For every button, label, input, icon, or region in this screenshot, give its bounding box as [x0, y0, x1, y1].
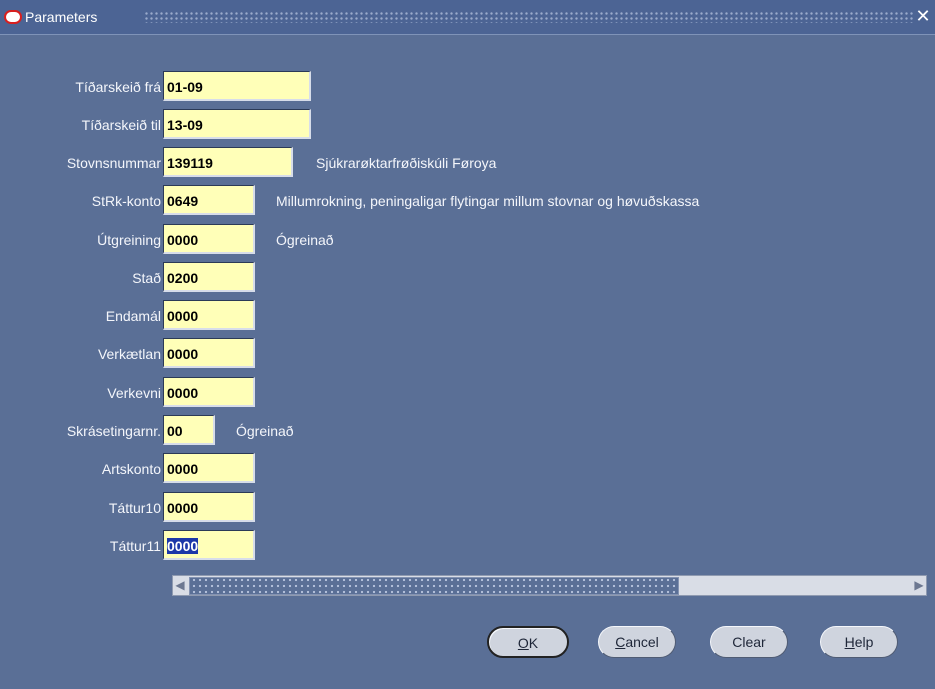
selected-text: 0000: [167, 538, 199, 554]
param-row: StRk-konto: [0, 185, 161, 217]
clear-label: Clear: [732, 634, 766, 650]
param-row: Táttur10: [0, 492, 161, 524]
title-bar[interactable]: Parameters ✕: [0, 0, 935, 35]
field-segment-11[interactable]: 0000: [163, 530, 255, 560]
field-label: Tíðarskeið frá: [75, 79, 161, 95]
oracle-icon: [4, 10, 22, 24]
field-segment-10[interactable]: 0000: [163, 492, 255, 522]
field-type-account[interactable]: 0000: [163, 453, 255, 483]
ok-button[interactable]: OK: [487, 626, 569, 658]
param-row: Stovnsnummar: [0, 147, 161, 179]
ok-label-rest: K: [528, 635, 539, 651]
field-label: Artskonto: [101, 461, 161, 477]
field-description: Millumrokning, peningaligar flytingar mi…: [276, 193, 700, 209]
param-row: Skrásetingarnr.: [0, 415, 161, 447]
field-label: Táttur10: [108, 500, 161, 516]
horizontal-scrollbar[interactable]: ◀ ▶: [172, 575, 927, 596]
field-label: Stað: [132, 270, 161, 286]
scroll-right-icon[interactable]: ▶: [912, 576, 926, 595]
cancel-button[interactable]: Cancel: [598, 626, 676, 658]
cancel-label-rest: ancel: [625, 634, 659, 650]
param-row: Verkætlan: [0, 338, 161, 370]
ok-mnemonic: O: [517, 635, 529, 651]
field-label: Stovnsnummar: [66, 155, 161, 171]
help-label-rest: elp: [854, 634, 874, 650]
param-row: Útgreining: [0, 224, 161, 256]
scroll-thumb[interactable]: [189, 577, 679, 595]
close-icon[interactable]: ✕: [915, 6, 931, 26]
help-mnemonic: H: [844, 634, 855, 650]
window-title: Parameters: [25, 9, 98, 25]
help-button[interactable]: Help: [820, 626, 898, 658]
field-label: Tíðarskeið til: [81, 117, 161, 133]
field-label: Skrásetingarnr.: [66, 423, 161, 439]
field-description: Ógreinað: [236, 423, 294, 439]
title-drag-area[interactable]: [144, 11, 913, 23]
cancel-mnemonic: C: [615, 634, 626, 650]
field-label: Útgreining: [97, 232, 161, 248]
field-label: Verkætlan: [97, 346, 161, 362]
param-row: Endamál: [0, 300, 161, 332]
param-row: Artskonto: [0, 453, 161, 485]
field-registration-number[interactable]: 00: [163, 415, 215, 445]
field-period-to[interactable]: 13-09: [163, 109, 311, 139]
field-label: Verkevni: [107, 385, 161, 401]
field-description: Sjúkrarøktarfrøðiskúli Føroya: [316, 155, 497, 171]
param-row: Tíðarskeið til: [0, 109, 161, 141]
field-breakdown[interactable]: 0000: [163, 224, 255, 254]
field-project[interactable]: 0000: [163, 338, 255, 368]
field-label: Táttur11: [109, 538, 161, 554]
clear-button[interactable]: Clear: [710, 626, 788, 658]
field-label: StRk-konto: [91, 193, 161, 209]
title-group: Parameters: [4, 8, 97, 26]
param-row: Verkevni: [0, 377, 161, 409]
field-period-from[interactable]: 01-09: [163, 71, 311, 101]
param-row: Stað: [0, 262, 161, 294]
param-row: Táttur11: [0, 530, 161, 562]
field-label: Endamál: [105, 308, 161, 324]
field-institution-number[interactable]: 139119: [163, 147, 293, 177]
field-task[interactable]: 0000: [163, 377, 255, 407]
scroll-left-icon[interactable]: ◀: [173, 576, 187, 595]
field-description: Ógreinað: [276, 232, 334, 248]
field-strk-account[interactable]: 0649: [163, 185, 255, 215]
field-purpose[interactable]: 0000: [163, 300, 255, 330]
field-place[interactable]: 0200: [163, 262, 255, 292]
param-row: Tíðarskeið frá: [0, 71, 161, 103]
